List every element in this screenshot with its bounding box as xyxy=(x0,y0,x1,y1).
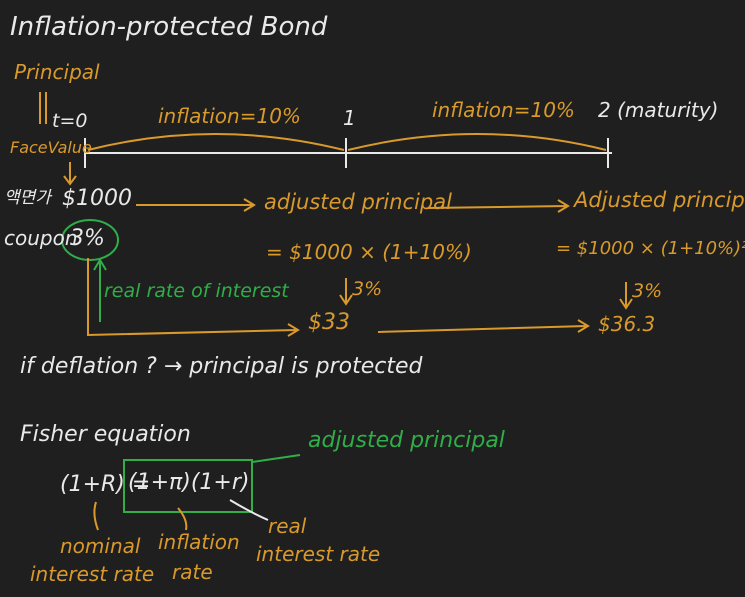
down-arrow-1 xyxy=(339,278,353,306)
brace-period-2 xyxy=(347,133,607,151)
coupon-rate: 3% xyxy=(70,226,105,251)
coupon-label: coupon xyxy=(4,226,78,250)
arrow-principal-to-adj1 xyxy=(136,198,256,212)
tick-1-label: 1 xyxy=(343,106,356,130)
page-title: Inflation-protected Bond xyxy=(10,12,328,42)
deflation-note: if deflation ? → principal is protected xyxy=(20,354,423,379)
arrow-pay1-to-pay2 xyxy=(377,319,590,333)
brace-period-1 xyxy=(87,133,345,151)
real-rate-label: real rate of interest xyxy=(104,280,289,302)
face-value-arrow xyxy=(63,162,77,186)
pointer-real xyxy=(229,499,269,521)
tick-2-label: 2 (maturity) xyxy=(598,98,719,122)
real-rate-note-2: interest rate xyxy=(256,542,381,566)
percent-2: 3% xyxy=(632,280,663,302)
fisher-title: Fisher equation xyxy=(20,422,191,447)
face-value-korean: 액면가 xyxy=(4,188,51,208)
face-value-amount: $1000 xyxy=(62,186,132,211)
fisher-box-note: adjusted principal xyxy=(308,428,505,453)
nominal-label-1: nominal xyxy=(60,534,141,558)
inflation-rate-label-1: inflation xyxy=(158,530,240,554)
whiteboard-canvas: Inflation-protected Bond Principal t=0 F… xyxy=(0,0,745,597)
fisher-box-pointer xyxy=(251,454,301,463)
t0-label: t=0 xyxy=(52,110,88,132)
nominal-label-2: interest rate xyxy=(30,562,155,586)
face-value-label: FaceValue xyxy=(10,138,92,157)
adjusted-principal-calc-2: = $1000 × (1+10%)² xyxy=(556,238,745,259)
adjusted-principal-1: adjusted principal xyxy=(264,190,452,214)
down-arrow-2 xyxy=(619,282,633,310)
inflation-rate-label-2: rate xyxy=(172,560,213,584)
payment-2: $36.3 xyxy=(598,312,656,336)
pointer-nominal xyxy=(93,501,99,531)
real-rate-note-1: real xyxy=(268,514,307,538)
adjusted-principal-2: Adjusted principal xyxy=(574,188,745,212)
inflation-label-2: inflation=10% xyxy=(432,98,575,122)
percent-1: 3% xyxy=(352,278,383,300)
fisher-equation-box-text: (1+π)(1+r) xyxy=(128,470,250,495)
inflation-label-1: inflation=10% xyxy=(158,104,301,128)
payment-1: $33 xyxy=(308,310,350,335)
principal-label: Principal xyxy=(14,60,100,84)
adjusted-principal-calc-1: = $1000 × (1+10%) xyxy=(266,240,472,264)
